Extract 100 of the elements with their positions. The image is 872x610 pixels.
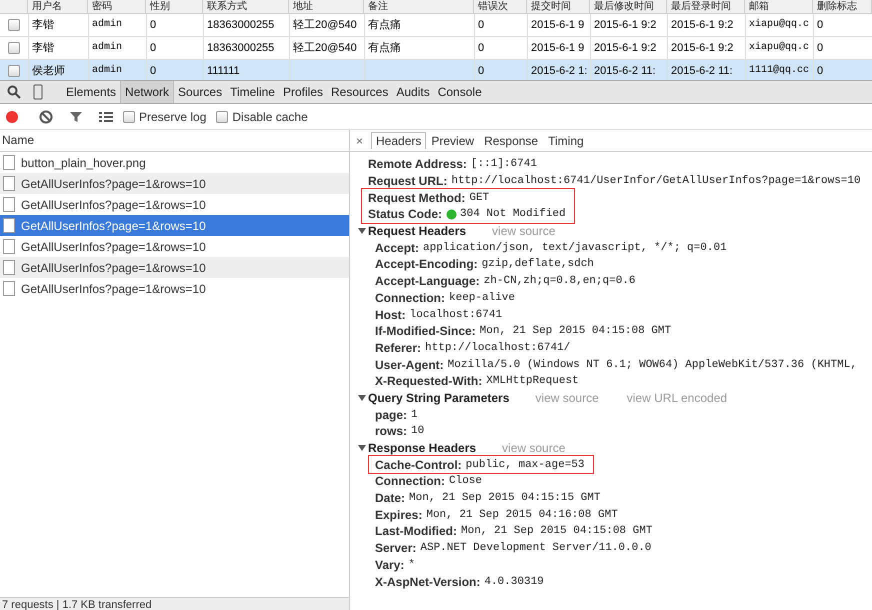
header-value: GET — [469, 192, 490, 204]
devtools-tab[interactable]: Sources — [174, 81, 226, 103]
header-name: If-Modified-Since: — [375, 324, 476, 338]
table-cell: 0 — [147, 37, 204, 59]
header-value: public, max-age=53 — [466, 458, 584, 471]
header-name: Date: — [375, 491, 406, 506]
header-value: Mon, 21 Sep 2015 04:16:08 GMT — [426, 508, 618, 521]
record-icon[interactable] — [5, 110, 19, 124]
table-cell: 2015-6-1 9:2 — [668, 37, 746, 59]
column-header[interactable]: 删除标志 — [813, 0, 872, 13]
section-title[interactable]: Request Headers — [368, 224, 466, 238]
column-header[interactable]: 密码 — [88, 0, 146, 13]
table-cell: 0 — [475, 37, 528, 59]
close-icon[interactable]: × — [356, 134, 364, 148]
checkbox[interactable] — [123, 110, 135, 122]
request-row[interactable]: GetAllUserInfos?page=1&rows=10 — [0, 173, 349, 194]
table-cell: 2015-6-1 9:2 — [668, 14, 746, 36]
column-header[interactable]: 联系方式 — [203, 0, 289, 13]
header-value: 1 — [411, 408, 418, 421]
table-cell: 轻工20@540 — [290, 14, 365, 36]
header-name: User-Agent: — [375, 358, 444, 372]
header-name: Status Code: — [368, 207, 442, 222]
header-value: Mozilla/5.0 (Windows NT 6.1; WOW64) AppleWebKit/537.36 (KHTML, — [448, 358, 857, 371]
table-cell: 0 — [814, 14, 872, 36]
detail-tab[interactable]: Preview — [426, 132, 480, 149]
header-name: X-AspNet-Version: — [375, 574, 480, 589]
table-row[interactable]: 李锴 admin 0 18363000255 轻工20@540 有点痛 0 2015-6-1 9 2015-6-1 9:2 2015-6-1 9:2 xiapu@qq.c 0 — [0, 37, 872, 60]
file-icon — [3, 218, 15, 233]
devtools-tab[interactable]: Elements — [62, 81, 120, 103]
table-cell: 0 — [814, 37, 872, 59]
header-value: Mon, 21 Sep 2015 04:15:08 GMT — [480, 325, 672, 338]
devtools-tab[interactable]: Network — [120, 81, 174, 103]
header-value: http://localhost:6741/ — [425, 342, 570, 354]
row-checkbox[interactable] — [8, 65, 20, 77]
column-header[interactable]: 错误次 — [474, 0, 527, 13]
header-name: Last-Modified: — [375, 524, 457, 538]
table-cell: 有点痛 — [365, 37, 475, 59]
column-header[interactable]: 用户名 — [28, 0, 88, 13]
table-cell: 0 — [475, 14, 528, 36]
header-name: Server: — [375, 541, 416, 556]
list-icon[interactable] — [99, 110, 113, 122]
devtools-tab[interactable]: Console — [434, 81, 486, 103]
section-title[interactable]: Query String Parameters — [368, 390, 510, 405]
column-header[interactable]: 备注 — [364, 0, 474, 13]
header-name: Remote Address: — [368, 157, 467, 172]
detail-tab[interactable]: Timing — [543, 132, 589, 149]
status-dot-icon — [446, 208, 458, 220]
checkbox-label[interactable]: Disable cache — [232, 110, 308, 124]
header-value: gzip,deflate,sdch — [482, 258, 594, 270]
table-row[interactable]: 李锴 admin 0 18363000255 轻工20@540 有点痛 0 2015-6-1 9 2015-6-1 9:2 2015-6-1 9:2 xiapu@qq.c 0 — [0, 14, 872, 37]
header-name: Cache-Control: — [375, 458, 462, 472]
disclosure-triangle-icon[interactable] — [358, 394, 366, 402]
table-cell: 18363000255 — [204, 14, 290, 36]
table-cell: 2015-6-1 9:2 — [591, 14, 668, 36]
file-icon — [3, 155, 15, 170]
header-name: page: — [375, 408, 408, 422]
header-name: X-Requested-With: — [375, 374, 482, 388]
table-cell: admin — [89, 14, 147, 36]
header-name: Host: — [375, 308, 406, 322]
devtools-tab[interactable]: Timeline — [226, 81, 279, 103]
column-header[interactable]: 最后修改时间 — [590, 0, 667, 13]
devtools-tab[interactable]: Audits — [392, 81, 434, 103]
checkbox-label[interactable]: Preserve log — [139, 110, 206, 124]
header-value: 4.0.30319 — [484, 576, 544, 588]
devtools-tab[interactable]: Profiles — [278, 81, 327, 103]
column-header[interactable]: 邮箱 — [745, 0, 813, 13]
checkbox[interactable] — [216, 110, 228, 122]
file-icon — [3, 281, 15, 296]
column-header[interactable]: 提交时间 — [527, 0, 590, 13]
header-value: 10 — [411, 425, 424, 438]
detail-tab[interactable]: Headers — [371, 132, 426, 149]
section-title[interactable]: Response Headers — [368, 441, 476, 456]
devtools-tab[interactable]: Resources — [327, 81, 392, 103]
header-name: Accept: — [375, 240, 420, 255]
table-cell: 2015-6-1 9:2 — [591, 37, 668, 59]
file-icon — [3, 176, 15, 191]
column-header[interactable]: 地址 — [289, 0, 364, 13]
table-cell: 有点痛 — [365, 14, 475, 36]
filter-icon[interactable] — [69, 110, 83, 124]
column-header[interactable]: 最后登录时间 — [667, 0, 745, 13]
header-name: Expires: — [375, 508, 422, 522]
row-checkbox[interactable] — [8, 19, 20, 31]
header-name: Connection: — [375, 474, 445, 488]
table-cell: 18363000255 — [204, 37, 290, 59]
file-icon — [3, 197, 15, 212]
clear-icon[interactable] — [39, 110, 53, 124]
detail-tab[interactable]: Response — [479, 132, 544, 149]
header-name: Accept-Encoding: — [375, 257, 478, 272]
request-row[interactable]: GetAllUserInfos?page=1&rows=10 — [0, 215, 349, 236]
header-name: Connection: — [375, 290, 445, 305]
column-header[interactable]: 性别 — [146, 0, 203, 13]
header-value: zh-CN,zh;q=0.8,en;q=0.6 — [484, 275, 636, 288]
table-cell: 2015-6-1 9 — [528, 37, 591, 59]
disclosure-triangle-icon[interactable] — [358, 227, 366, 236]
request-row[interactable]: GetAllUserInfos?page=1&rows=10 — [0, 257, 349, 278]
disclosure-triangle-icon[interactable] — [358, 444, 366, 452]
row-checkbox[interactable] — [8, 42, 20, 54]
header-name: Vary: — [375, 558, 404, 572]
header-value: Mon, 21 Sep 2015 04:15:15 GMT — [409, 492, 600, 504]
table-cell: admin — [89, 37, 147, 59]
